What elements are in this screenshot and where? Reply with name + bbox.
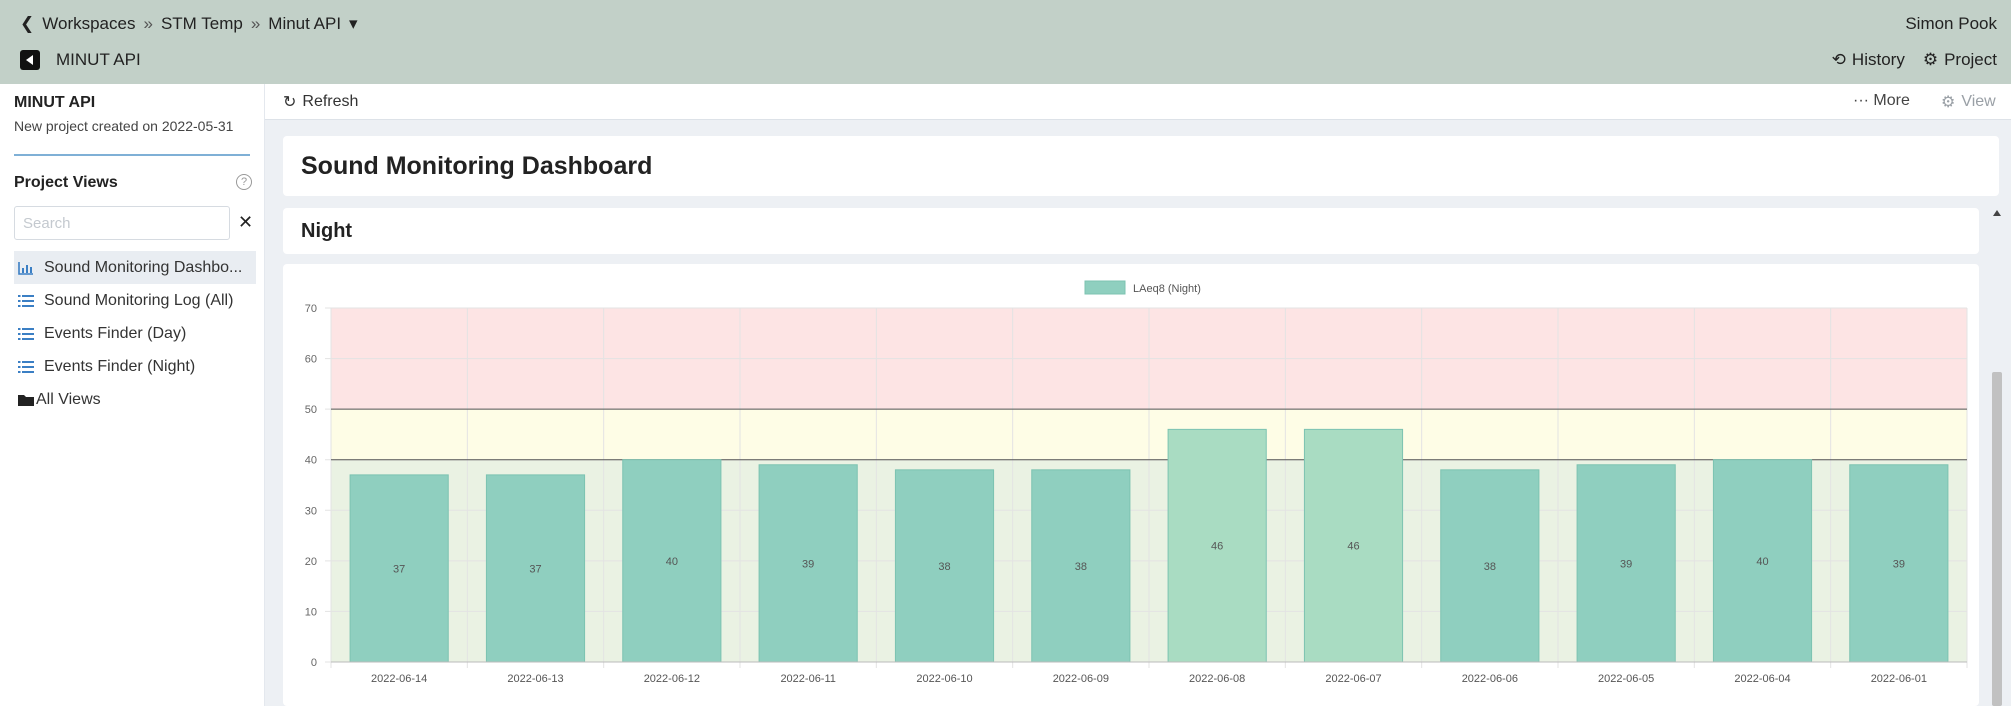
breadcrumb-workspaces[interactable]: Workspaces xyxy=(42,14,135,34)
y-tick-label: 0 xyxy=(311,657,317,669)
y-tick-label: 50 xyxy=(305,404,317,416)
x-tick-label: 2022-06-14 xyxy=(371,673,427,685)
gear-icon: ⚙ xyxy=(1922,50,1939,69)
top-actions: ⟲ History ⚙ Project xyxy=(1832,50,1997,70)
sidebar-item-label: All Views xyxy=(36,390,101,408)
x-tick-label: 2022-06-11 xyxy=(780,673,835,685)
bar-chart: 0 10 20 30 40 50 60 70 37 2022-06-14 37 2022-06-13 4… xyxy=(305,280,1968,685)
search-input[interactable] xyxy=(14,206,230,240)
sidebar-subtitle: New project created on 2022-05-31 xyxy=(14,118,234,134)
breadcrumb-minut-api[interactable]: Minut API xyxy=(268,14,341,34)
bar-value-label: 39 xyxy=(1893,558,1905,570)
x-tick-label: 2022-06-06 xyxy=(1462,673,1518,685)
gear-icon: ⚙ xyxy=(1941,94,1956,111)
refresh-label: Refresh xyxy=(302,93,359,110)
view-label: View xyxy=(1961,93,1996,110)
toolbar: ↻ Refresh ··· More ⚙ View xyxy=(265,84,2011,120)
main-content: ↻ Refresh ··· More ⚙ View Sound Monitori… xyxy=(265,84,2011,706)
top-bar: ❮ Workspaces » STM Temp » Minut API ▾ Si… xyxy=(0,0,2011,84)
y-tick-label: 20 xyxy=(305,556,317,568)
y-tick-label: 60 xyxy=(305,354,317,366)
bar-chart-icon xyxy=(18,261,33,275)
dashboard-title-card: Sound Monitoring Dashboard xyxy=(283,136,1999,196)
scroll-up-icon[interactable] xyxy=(1993,210,2001,216)
sidebar-item-label: Sound Monitoring Log (All) xyxy=(44,291,234,309)
caret-down-icon[interactable]: ▾ xyxy=(349,14,358,34)
x-tick-label: 2022-06-01 xyxy=(1871,673,1927,685)
legend-label: LAeq8 (Night) xyxy=(1133,283,1201,295)
bar-value-label: 40 xyxy=(666,556,678,568)
y-tick-label: 70 xyxy=(305,303,317,315)
more-button[interactable]: ··· More xyxy=(1853,92,1910,110)
project-button[interactable]: ⚙ Project xyxy=(1923,50,1997,70)
chevron-left-icon[interactable]: ❮ xyxy=(20,14,34,34)
folder-icon xyxy=(18,394,34,406)
refresh-button[interactable]: ↻ Refresh xyxy=(283,92,358,112)
refresh-icon: ↻ xyxy=(283,94,297,111)
breadcrumb-stm-temp[interactable]: STM Temp xyxy=(161,14,243,34)
sidebar-item-label: Events Finder (Day) xyxy=(44,324,187,342)
list-icon xyxy=(18,294,34,307)
sidebar: MINUT API New project created on 2022-05… xyxy=(0,84,265,706)
list-icon xyxy=(18,360,34,373)
clear-search-icon[interactable]: ✕ xyxy=(238,212,253,233)
breadcrumb-separator: » xyxy=(250,14,261,33)
x-tick-label: 2022-06-04 xyxy=(1734,673,1790,685)
x-tick-label: 2022-06-10 xyxy=(916,673,972,685)
sidebar-item-all-views[interactable]: All Views xyxy=(14,383,256,416)
view-button[interactable]: ⚙ View xyxy=(1941,92,1996,112)
sidebar-item-sound-monitoring-dashboard[interactable]: Sound Monitoring Dashbo... xyxy=(14,251,256,284)
bar-value-label: 38 xyxy=(1075,561,1087,573)
breadcrumb-separator: » xyxy=(143,14,153,33)
y-tick-label: 30 xyxy=(305,505,317,517)
scrollbar[interactable] xyxy=(1989,208,2005,706)
bar-value-label: 38 xyxy=(1484,561,1496,573)
project-views-heading: Project Views xyxy=(14,174,118,191)
back-icon[interactable] xyxy=(20,50,40,70)
bar-value-label: 37 xyxy=(529,563,541,575)
scrollbar-thumb[interactable] xyxy=(1992,372,2002,706)
bar-value-label: 38 xyxy=(938,561,950,573)
bar-value-label: 39 xyxy=(1620,558,1632,570)
history-label: History xyxy=(1851,50,1905,69)
x-tick-label: 2022-06-08 xyxy=(1189,673,1245,685)
project-name: MINUT API xyxy=(56,50,141,69)
x-tick-label: 2022-06-05 xyxy=(1598,673,1654,685)
project-row: MINUT API xyxy=(20,50,141,70)
sidebar-title: MINUT API xyxy=(14,94,96,111)
project-views-list: Sound Monitoring Dashbo... Sound Monitor… xyxy=(14,251,256,416)
bar-value-label: 40 xyxy=(1756,556,1768,568)
night-section-card: Night xyxy=(283,208,1979,254)
section-title: Night xyxy=(301,220,353,242)
x-tick-label: 2022-06-07 xyxy=(1325,673,1381,685)
chart-card: 0 10 20 30 40 50 60 70 37 2022-06-14 37 2022-06-13 4… xyxy=(283,264,1979,706)
bar-value-label: 37 xyxy=(393,563,405,575)
y-tick-label: 40 xyxy=(305,455,317,467)
bar-value-label: 39 xyxy=(802,558,814,570)
sidebar-item-sound-monitoring-log[interactable]: Sound Monitoring Log (All) xyxy=(14,284,256,317)
x-tick-label: 2022-06-12 xyxy=(644,673,700,685)
page-title: Sound Monitoring Dashboard xyxy=(301,152,653,180)
project-label: Project xyxy=(1944,50,1997,69)
sidebar-item-events-finder-night[interactable]: Events Finder (Night) xyxy=(14,350,256,383)
user-name[interactable]: Simon Pook xyxy=(1905,14,1997,34)
sidebar-divider xyxy=(14,154,250,156)
list-icon xyxy=(18,327,34,340)
x-tick-label: 2022-06-13 xyxy=(507,673,563,685)
bar-value-label: 46 xyxy=(1347,541,1359,553)
help-icon[interactable]: ? xyxy=(236,174,252,190)
sidebar-item-label: Events Finder (Night) xyxy=(44,357,196,375)
y-tick-label: 10 xyxy=(305,606,317,618)
sidebar-item-events-finder-day[interactable]: Events Finder (Day) xyxy=(14,317,256,350)
bar-value-label: 46 xyxy=(1211,541,1223,553)
history-button[interactable]: ⟲ History xyxy=(1832,50,1905,70)
sidebar-item-label: Sound Monitoring Dashbo... xyxy=(44,258,243,276)
history-icon: ⟲ xyxy=(1831,50,1846,69)
legend-swatch xyxy=(1084,280,1126,295)
breadcrumb: ❮ Workspaces » STM Temp » Minut API ▾ xyxy=(20,14,358,34)
x-tick-label: 2022-06-09 xyxy=(1053,673,1109,685)
